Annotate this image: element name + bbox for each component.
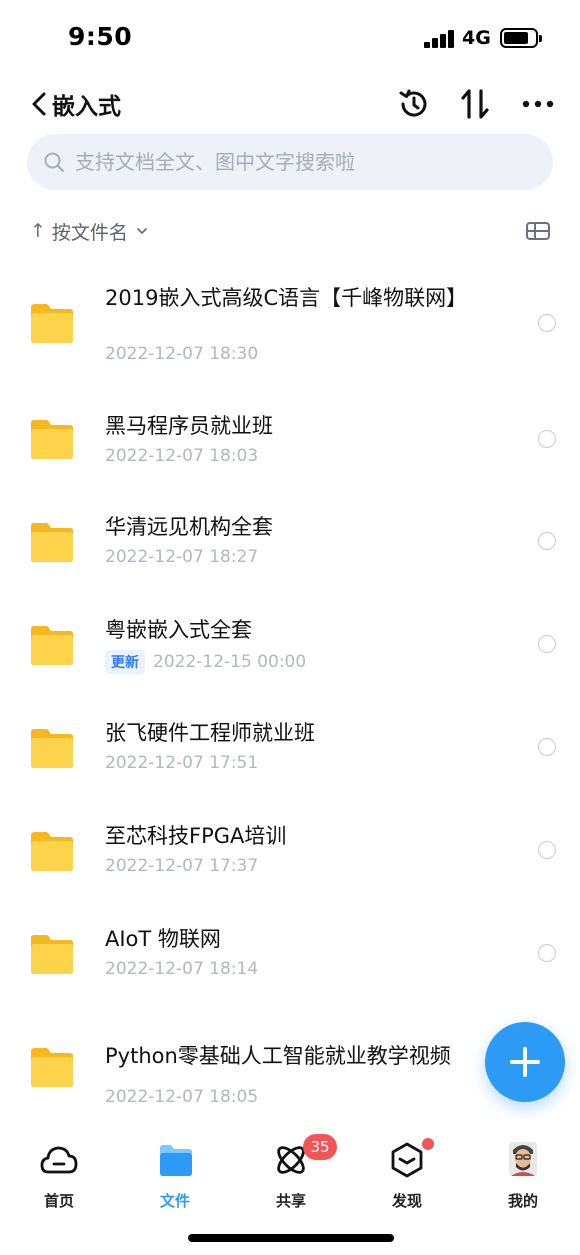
modified-date: 2022-12-07 18:30 — [105, 344, 259, 364]
tab-discover[interactable]: 发现 — [367, 1138, 447, 1210]
sort-button[interactable] — [455, 84, 495, 124]
folder-date: 2022-12-07 17:37 — [105, 856, 258, 876]
modified-date: 2022-12-07 17:51 — [105, 753, 259, 773]
modified-date: 2022-12-07 18:03 — [105, 446, 259, 466]
tab-home[interactable]: 首页 — [19, 1138, 99, 1210]
folder-icon — [31, 420, 73, 459]
status-bar: 9:50 4G — [0, 0, 580, 78]
folder-row[interactable]: 黑马程序员就业班 2022-12-07 18:03 — [0, 390, 580, 480]
modified-date: 2022-12-07 18:05 — [105, 1087, 259, 1107]
folder-name: 张飞硬件工程师就业班 — [105, 721, 315, 745]
battery-icon — [500, 28, 542, 48]
home-indicator — [188, 1234, 394, 1242]
modified-date: 2022-12-07 17:37 — [105, 856, 259, 876]
tab-label: 文件 — [159, 1192, 190, 1210]
folder-date: 2022-12-07 18:27 — [105, 547, 258, 567]
modified-date: 2022-12-07 18:14 — [105, 959, 259, 979]
discover-notification-dot — [422, 1138, 434, 1150]
folder-date: 2022-12-07 18:05 — [105, 1087, 258, 1107]
folder-row[interactable]: 2019嵌入式高级C语言【千峰物联网】 2022-12-07 18:30 — [0, 270, 580, 375]
folder-row[interactable]: AIoT 物联网 2022-12-07 18:14 — [0, 905, 580, 995]
network-type: 4G — [462, 27, 491, 49]
share-count-badge: 35 — [303, 1134, 337, 1160]
status-time: 9:50 — [68, 22, 133, 51]
folder-icon — [160, 1145, 192, 1176]
folder-name: 华清远见机构全套 — [105, 515, 273, 539]
bottom-tab-bar: 首页 文件 共享 发现 我的 — [0, 1130, 580, 1210]
page-title: 嵌入式 — [52, 94, 121, 120]
folder-row[interactable]: 至芯科技FPGA培训 2022-12-07 17:37 — [0, 802, 580, 892]
folder-date: 2022-12-07 18:03 — [105, 446, 258, 466]
folder-icon — [31, 729, 73, 768]
navigation-header: 嵌入式 — [0, 78, 580, 130]
list-view-toggle-icon[interactable] — [524, 218, 552, 244]
folder-name: Python零基础人工智能就业教学视频 — [105, 1044, 451, 1068]
signal-strength-icon — [424, 30, 456, 48]
search-bar[interactable] — [27, 134, 553, 190]
folder-name: AIoT 物联网 — [105, 927, 221, 951]
cube-icon — [391, 1142, 423, 1178]
folder-name: 2019嵌入式高级C语言【千峰物联网】 — [105, 286, 468, 310]
sort-icon — [461, 89, 489, 119]
folder-date: 2022-12-07 18:30 — [105, 344, 258, 364]
folder-row[interactable]: 粤嵌嵌入式全套 更新 2022-12-15 00:00 — [0, 596, 580, 686]
select-checkbox[interactable] — [538, 430, 556, 448]
update-badge: 更新 — [105, 650, 145, 674]
folder-icon — [31, 523, 73, 562]
cloud-icon — [40, 1146, 78, 1174]
select-checkbox[interactable] — [538, 738, 556, 756]
avatar — [509, 1142, 537, 1176]
add-button[interactable] — [485, 1022, 565, 1102]
folder-icon — [31, 832, 73, 871]
chevron-down-icon — [137, 228, 147, 234]
history-icon — [399, 89, 427, 117]
folder-icon — [31, 1048, 73, 1087]
tab-files[interactable]: 文件 — [135, 1138, 215, 1210]
tab-label: 首页 — [43, 1192, 74, 1210]
select-checkbox[interactable] — [538, 841, 556, 859]
back-chevron-icon — [32, 92, 46, 116]
folder-icon — [31, 626, 73, 665]
folder-row[interactable]: 华清远见机构全套 2022-12-07 18:27 — [0, 493, 580, 583]
folder-date: 2022-12-07 17:51 — [105, 753, 258, 773]
tab-label: 发现 — [391, 1192, 422, 1210]
select-checkbox[interactable] — [538, 314, 556, 332]
sort-dropdown[interactable]: ↑ 按文件名 — [30, 214, 148, 248]
folder-icon — [31, 304, 73, 343]
sort-direction-icon: ↑ — [30, 220, 46, 242]
folder-name: 至芯科技FPGA培训 — [105, 824, 287, 848]
search-icon — [44, 152, 64, 172]
select-checkbox[interactable] — [538, 944, 556, 962]
folder-name: 黑马程序员就业班 — [105, 414, 273, 438]
tab-me[interactable]: 我的 — [483, 1138, 563, 1210]
modified-date: 2022-12-07 18:27 — [105, 547, 259, 567]
folder-name: 粤嵌嵌入式全套 — [105, 618, 252, 642]
folder-row[interactable]: 张飞硬件工程师就业班 2022-12-07 17:51 — [0, 699, 580, 789]
select-checkbox[interactable] — [538, 532, 556, 550]
folder-date: 2022-12-07 18:14 — [105, 959, 258, 979]
folder-date: 更新 2022-12-15 00:00 — [105, 650, 306, 674]
more-button[interactable] — [518, 84, 558, 124]
tab-label: 共享 — [275, 1192, 306, 1210]
more-icon — [522, 100, 554, 108]
sort-label: 按文件名 — [51, 221, 128, 244]
plus-icon — [510, 1047, 540, 1077]
tab-label: 我的 — [507, 1192, 538, 1210]
back-button[interactable]: 嵌入式 — [30, 86, 121, 122]
select-checkbox[interactable] — [538, 635, 556, 653]
history-button[interactable] — [394, 84, 434, 124]
folder-icon — [31, 935, 73, 974]
modified-date: 2022-12-15 00:00 — [153, 652, 307, 672]
search-input[interactable] — [75, 150, 515, 174]
